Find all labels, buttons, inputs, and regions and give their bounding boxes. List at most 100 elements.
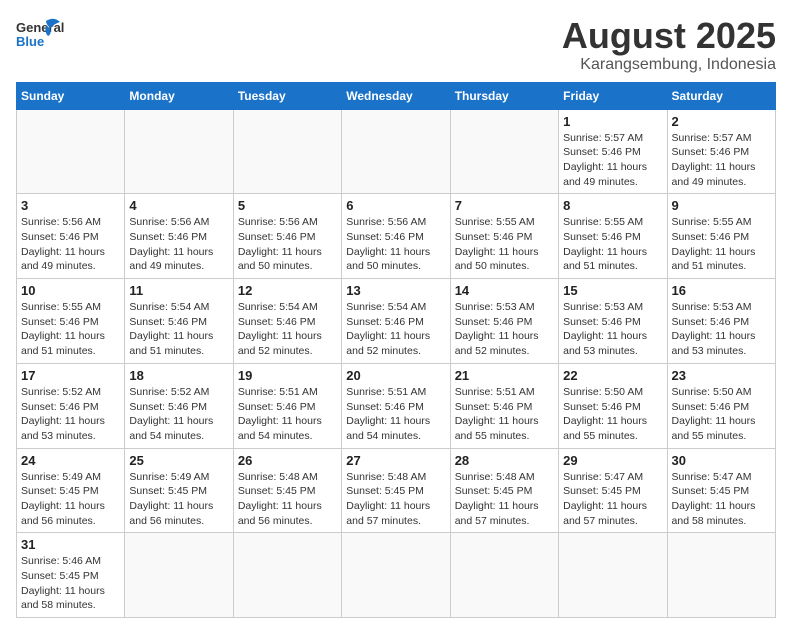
day-header-tuesday: Tuesday — [233, 82, 341, 109]
day-number: 19 — [238, 368, 337, 383]
day-number: 16 — [672, 283, 771, 298]
svg-text:Blue: Blue — [16, 34, 44, 49]
day-number: 3 — [21, 198, 120, 213]
day-info: Sunrise: 5:50 AM Sunset: 5:46 PM Dayligh… — [563, 385, 662, 444]
calendar-cell: 13 Sunrise: 5:54 AM Sunset: 5:46 PM Dayli… — [342, 279, 450, 364]
calendar-cell: 12 Sunrise: 5:54 AM Sunset: 5:46 PM Dayli… — [233, 279, 341, 364]
day-header-thursday: Thursday — [450, 82, 558, 109]
calendar-cell: 30Sunrise: 5:47 AM Sunset: 5:45 PM Dayli… — [667, 448, 775, 533]
day-info: Sunrise: 5:56 AM Sunset: 5:46 PM Dayligh… — [346, 215, 445, 274]
day-number: 23 — [672, 368, 771, 383]
page-subtitle: Karangsembung, Indonesia — [562, 56, 776, 74]
day-number: 28 — [455, 453, 554, 468]
day-number: 29 — [563, 453, 662, 468]
calendar-cell — [342, 533, 450, 618]
header: General Blue August 2025 Karangsembung, … — [16, 16, 776, 74]
day-header-sunday: Sunday — [17, 82, 125, 109]
day-info: Sunrise: 5:55 AM Sunset: 5:46 PM Dayligh… — [21, 300, 120, 359]
day-number: 18 — [129, 368, 228, 383]
calendar-cell: 10 Sunrise: 5:55 AM Sunset: 5:46 PM Dayli… — [17, 279, 125, 364]
day-info: Sunrise: 5:53 AM Sunset: 5:46 PM Dayligh… — [672, 300, 771, 359]
day-number: 8 — [563, 198, 662, 213]
day-info: Sunrise: 5:55 AM Sunset: 5:46 PM Dayligh… — [563, 215, 662, 274]
day-number: 24 — [21, 453, 120, 468]
day-info: Sunrise: 5:51 AM Sunset: 5:46 PM Dayligh… — [238, 385, 337, 444]
day-number: 10 — [21, 283, 120, 298]
calendar-cell: 24 Sunrise: 5:49 AM Sunset: 5:45 PM Dayli… — [17, 448, 125, 533]
day-header-saturday: Saturday — [667, 82, 775, 109]
calendar-cell: 29 Sunrise: 5:47 AM Sunset: 5:45 PM Dayli… — [559, 448, 667, 533]
day-info: Sunrise: 5:48 AM Sunset: 5:45 PM Dayligh… — [238, 470, 337, 529]
calendar-cell: 25Sunrise: 5:49 AM Sunset: 5:45 PM Dayli… — [125, 448, 233, 533]
calendar-cell: 31Sunrise: 5:46 AM Sunset: 5:45 PM Dayli… — [17, 533, 125, 618]
week-row: 17 Sunrise: 5:52 AM Sunset: 5:46 PM Dayli… — [17, 363, 776, 448]
calendar-cell: 8 Sunrise: 5:55 AM Sunset: 5:46 PM Daylig… — [559, 194, 667, 279]
day-info: Sunrise: 5:56 AM Sunset: 5:46 PM Dayligh… — [21, 215, 120, 274]
day-info: Sunrise: 5:47 AM Sunset: 5:45 PM Dayligh… — [563, 470, 662, 529]
day-info: Sunrise: 5:57 AM Sunset: 5:46 PM Dayligh… — [672, 131, 771, 190]
calendar-cell: 3 Sunrise: 5:56 AM Sunset: 5:46 PM Daylig… — [17, 194, 125, 279]
calendar-cell: 28 Sunrise: 5:48 AM Sunset: 5:45 PM Dayli… — [450, 448, 558, 533]
calendar-cell: 11Sunrise: 5:54 AM Sunset: 5:46 PM Dayli… — [125, 279, 233, 364]
day-info: Sunrise: 5:48 AM Sunset: 5:45 PM Dayligh… — [346, 470, 445, 529]
day-number: 14 — [455, 283, 554, 298]
day-info: Sunrise: 5:49 AM Sunset: 5:45 PM Dayligh… — [21, 470, 120, 529]
day-info: Sunrise: 5:53 AM Sunset: 5:46 PM Dayligh… — [563, 300, 662, 359]
day-info: Sunrise: 5:52 AM Sunset: 5:46 PM Dayligh… — [21, 385, 120, 444]
day-info: Sunrise: 5:50 AM Sunset: 5:46 PM Dayligh… — [672, 385, 771, 444]
calendar-cell — [233, 533, 341, 618]
calendar-cell — [667, 533, 775, 618]
calendar-cell: 21Sunrise: 5:51 AM Sunset: 5:46 PM Dayli… — [450, 363, 558, 448]
calendar-cell: 6 Sunrise: 5:56 AM Sunset: 5:46 PM Daylig… — [342, 194, 450, 279]
calendar-cell: 26 Sunrise: 5:48 AM Sunset: 5:45 PM Dayli… — [233, 448, 341, 533]
day-number: 22 — [563, 368, 662, 383]
day-info: Sunrise: 5:46 AM Sunset: 5:45 PM Dayligh… — [21, 554, 120, 613]
day-header-friday: Friday — [559, 82, 667, 109]
calendar-cell — [125, 109, 233, 194]
calendar-cell — [233, 109, 341, 194]
day-number: 6 — [346, 198, 445, 213]
day-info: Sunrise: 5:53 AM Sunset: 5:46 PM Dayligh… — [455, 300, 554, 359]
week-row: 1Sunrise: 5:57 AM Sunset: 5:46 PM Daylig… — [17, 109, 776, 194]
day-number: 13 — [346, 283, 445, 298]
day-info: Sunrise: 5:48 AM Sunset: 5:45 PM Dayligh… — [455, 470, 554, 529]
day-info: Sunrise: 5:54 AM Sunset: 5:46 PM Dayligh… — [238, 300, 337, 359]
calendar-cell: 1Sunrise: 5:57 AM Sunset: 5:46 PM Daylig… — [559, 109, 667, 194]
day-number: 12 — [238, 283, 337, 298]
calendar-cell: 27 Sunrise: 5:48 AM Sunset: 5:45 PM Dayli… — [342, 448, 450, 533]
day-header-wednesday: Wednesday — [342, 82, 450, 109]
day-number: 4 — [129, 198, 228, 213]
calendar-cell: 22 Sunrise: 5:50 AM Sunset: 5:46 PM Dayli… — [559, 363, 667, 448]
day-info: Sunrise: 5:56 AM Sunset: 5:46 PM Dayligh… — [129, 215, 228, 274]
week-row: 24 Sunrise: 5:49 AM Sunset: 5:45 PM Dayli… — [17, 448, 776, 533]
calendar-cell: 15Sunrise: 5:53 AM Sunset: 5:46 PM Dayli… — [559, 279, 667, 364]
calendar-cell: 7Sunrise: 5:55 AM Sunset: 5:46 PM Daylig… — [450, 194, 558, 279]
calendar-cell — [17, 109, 125, 194]
day-info: Sunrise: 5:57 AM Sunset: 5:46 PM Dayligh… — [563, 131, 662, 190]
day-number: 2 — [672, 114, 771, 129]
calendar-cell: 19 Sunrise: 5:51 AM Sunset: 5:46 PM Dayli… — [233, 363, 341, 448]
logo: General Blue — [16, 16, 64, 61]
week-row: 10 Sunrise: 5:55 AM Sunset: 5:46 PM Dayli… — [17, 279, 776, 364]
calendar-cell — [450, 109, 558, 194]
day-number: 26 — [238, 453, 337, 468]
day-number: 11 — [129, 283, 228, 298]
day-info: Sunrise: 5:55 AM Sunset: 5:46 PM Dayligh… — [455, 215, 554, 274]
calendar-cell: 20Sunrise: 5:51 AM Sunset: 5:46 PM Dayli… — [342, 363, 450, 448]
day-number: 9 — [672, 198, 771, 213]
calendar-cell: 18 Sunrise: 5:52 AM Sunset: 5:46 PM Dayli… — [125, 363, 233, 448]
day-number: 17 — [21, 368, 120, 383]
day-info: Sunrise: 5:51 AM Sunset: 5:46 PM Dayligh… — [455, 385, 554, 444]
day-info: Sunrise: 5:56 AM Sunset: 5:46 PM Dayligh… — [238, 215, 337, 274]
week-row: 31Sunrise: 5:46 AM Sunset: 5:45 PM Dayli… — [17, 533, 776, 618]
calendar-cell: 5 Sunrise: 5:56 AM Sunset: 5:46 PM Daylig… — [233, 194, 341, 279]
calendar-cell: 9Sunrise: 5:55 AM Sunset: 5:46 PM Daylig… — [667, 194, 775, 279]
page-title: August 2025 — [562, 16, 776, 56]
day-number: 30 — [672, 453, 771, 468]
week-row: 3 Sunrise: 5:56 AM Sunset: 5:46 PM Daylig… — [17, 194, 776, 279]
day-info: Sunrise: 5:54 AM Sunset: 5:46 PM Dayligh… — [346, 300, 445, 359]
calendar-cell — [450, 533, 558, 618]
day-number: 5 — [238, 198, 337, 213]
day-info: Sunrise: 5:52 AM Sunset: 5:46 PM Dayligh… — [129, 385, 228, 444]
day-number: 27 — [346, 453, 445, 468]
